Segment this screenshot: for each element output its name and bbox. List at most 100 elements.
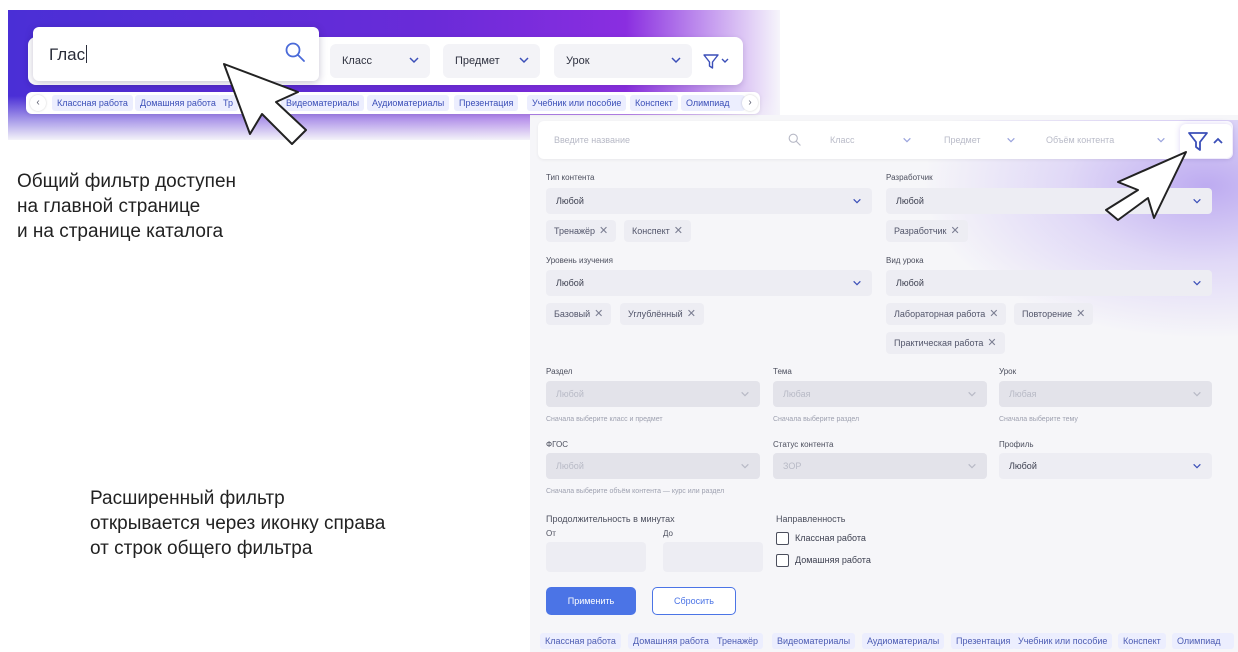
status-value: ЗОР [783,461,802,471]
chip[interactable]: Тренажёр [712,633,764,649]
close-icon[interactable]: ✕ [989,308,998,320]
caption-line: и на странице каталога [17,221,224,242]
chevron-down-icon [853,198,861,204]
pointer-cursor-icon [1105,151,1187,221]
study-level-tag[interactable]: Углублённый ✕ [620,303,704,325]
section-value: Любой [556,389,584,399]
status-select[interactable]: ЗОР [773,453,987,479]
lesson-select[interactable]: Урок [554,44,692,78]
caption-line: Расширенный фильтр [90,488,285,509]
checkbox-classwork-label: Классная работа [795,533,866,543]
duration-to-input[interactable] [663,542,763,572]
chevron-down-icon [409,57,419,64]
study-level-select[interactable]: Любой [546,270,872,296]
duration-from-input[interactable] [546,542,646,572]
content-type-value: Любой [556,196,584,206]
chips-prev-button[interactable]: ‹ [30,95,46,111]
ext-subject-select[interactable]: Предмет [932,124,1024,156]
chevron-down-icon [671,57,681,64]
ext-subject-select-label: Предмет [944,135,981,145]
subject-select[interactable]: Предмет [443,44,540,78]
chevron-down-icon [853,280,861,286]
chip[interactable]: Видеоматериалы [772,633,856,649]
chip[interactable]: Учебник или пособие [1013,633,1113,649]
content-type-tag[interactable]: Тренажёр ✕ [546,220,617,242]
lesson-kind-select[interactable]: Любой [886,270,1212,296]
content-type-select[interactable]: Любой [546,188,872,214]
reset-button[interactable]: Сбросить [652,587,736,615]
topic-label: Тема [773,367,792,376]
chips-next-button[interactable]: › [742,95,758,111]
close-icon[interactable]: ✕ [674,225,683,237]
ext-volume-select-label: Объём контента [1046,135,1115,145]
chip[interactable]: Учебник или пособие [527,95,627,111]
chip[interactable]: Классная работа [52,95,133,111]
section-select[interactable]: Любой [546,381,760,407]
lesson-label: Урок [999,367,1017,376]
chip[interactable]: Презентация [454,95,519,111]
chevron-down-icon [968,391,976,397]
profile-select[interactable]: Любой [999,453,1212,479]
developer-tag[interactable]: Разработчик ✕ [886,220,968,242]
chevron-down-icon [741,463,749,469]
checkbox-homework[interactable] [776,554,789,567]
search-icon[interactable] [283,40,307,64]
text-caret [86,45,88,63]
search-input-value: Глас [49,45,86,64]
ext-search-placeholder: Введите название [554,135,630,145]
chip[interactable]: Конспект [630,95,678,111]
chevron-down-icon [903,137,911,143]
study-level-label: Уровень изучения [546,256,613,265]
chevron-down-icon [741,391,749,397]
bottom-chips-row: Классная работа Домашняя работа Тренажёр… [538,630,1238,652]
tag-label: Разработчик [894,226,947,236]
top-chips-row: ‹ Классная работа Домашняя работа Тр Вид… [26,92,760,114]
fgos-label: ФГОС [546,440,568,449]
class-select[interactable]: Класс [330,44,430,78]
lesson-kind-tag[interactable]: Повторение ✕ [1014,303,1094,325]
chip[interactable]: Олимпиад [1172,633,1234,649]
close-icon[interactable]: ✕ [950,225,959,237]
content-type-label: Тип контента [546,173,595,182]
developer-label: Разработчик [886,173,933,182]
chip[interactable]: Классная работа [540,633,621,649]
filter-toggle-icon[interactable] [697,49,735,73]
lesson-kind-tag[interactable]: Лабораторная работа ✕ [886,303,1007,325]
ext-search-input[interactable]: Введите название [540,124,812,156]
chip[interactable]: Аудиоматериалы [367,95,450,111]
ext-lesson-select[interactable]: Любая [999,381,1212,407]
close-icon[interactable]: ✕ [1076,308,1085,320]
chip[interactable]: Домашняя работа [135,95,221,111]
chevron-down-icon [1157,137,1165,143]
caption-line: открывается через иконку справа [90,513,386,534]
lesson-value: Любая [1009,389,1037,399]
close-icon[interactable]: ✕ [594,308,603,320]
lesson-kind-label: Вид урока [886,256,924,265]
chip[interactable]: Конспект [1118,633,1166,649]
close-icon[interactable]: ✕ [687,308,696,320]
lesson-select-label: Урок [566,55,590,67]
ext-class-select[interactable]: Класс [820,124,920,156]
class-select-label: Класс [342,55,372,67]
apply-button[interactable]: Применить [546,587,636,615]
close-icon[interactable]: ✕ [599,225,608,237]
section-hint: Сначала выберите класс и предмет [546,416,663,423]
close-icon[interactable]: ✕ [987,337,996,349]
lesson-kind-tag[interactable]: Практическая работа ✕ [886,332,1005,354]
search-icon[interactable] [787,132,802,147]
caption-extended-filter: Расширенный фильтр открывается через ико… [90,486,385,561]
study-level-tag[interactable]: Базовый ✕ [546,303,612,325]
topic-hint: Сначала выберите раздел [773,416,860,423]
chip[interactable]: Олимпиад [681,95,745,111]
content-type-tag[interactable]: Конспект ✕ [624,220,691,242]
chip[interactable]: Презентация [951,633,1016,649]
direction-label: Направленность [776,514,846,524]
topic-value: Любая [783,389,811,399]
checkbox-classwork[interactable] [776,532,789,545]
fgos-select[interactable]: Любой [546,453,760,479]
chip[interactable]: Аудиоматериалы [862,633,945,649]
topic-select[interactable]: Любая [773,381,987,407]
chip[interactable]: Домашняя работа [628,633,714,649]
profile-value: Любой [1009,461,1037,471]
chevron-down-icon [519,57,529,64]
